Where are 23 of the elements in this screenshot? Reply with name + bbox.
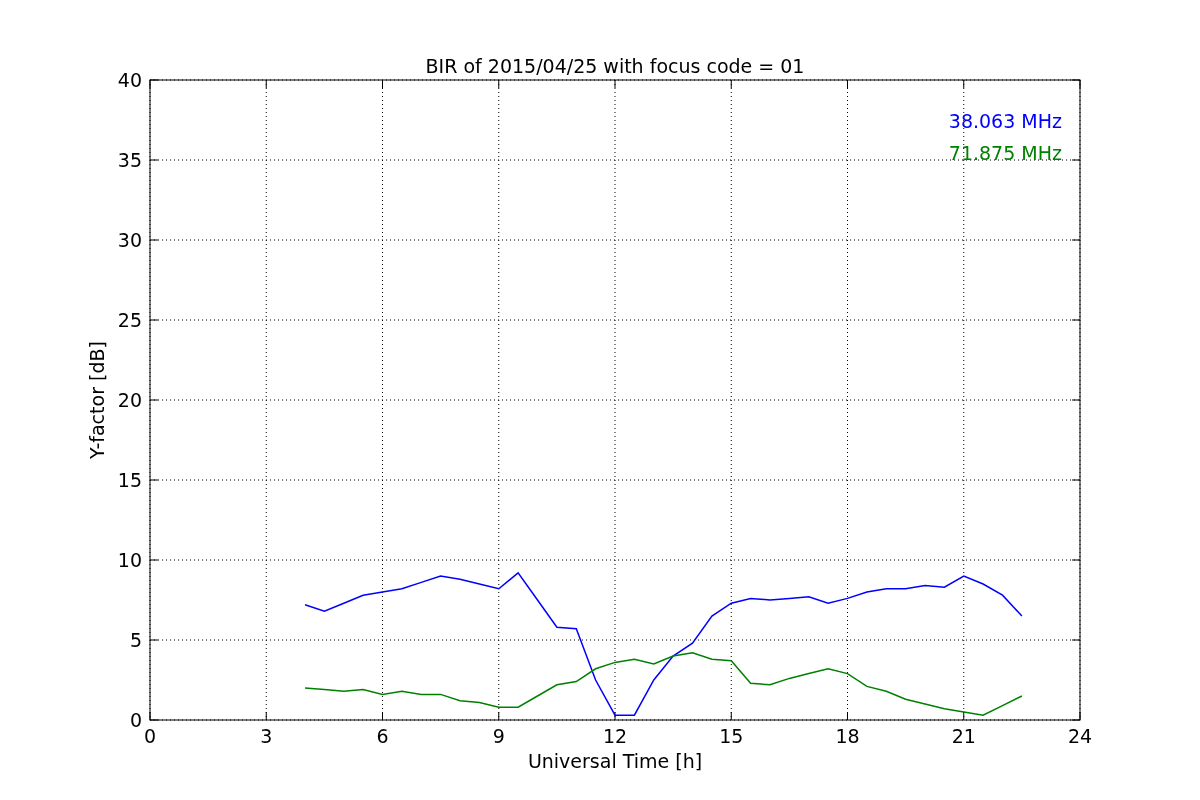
y-tick-label: 35	[117, 149, 142, 171]
x-tick-label: 9	[492, 725, 505, 747]
x-tick-label: 6	[376, 725, 389, 747]
y-axis-label: Y-factor [dB]	[86, 341, 108, 459]
x-tick-label: 12	[602, 725, 628, 747]
x-tick-label: 15	[719, 725, 744, 747]
x-tick-label: 21	[951, 725, 976, 747]
y-tick-label: 10	[117, 549, 142, 571]
x-axis-label: Universal Time [h]	[527, 750, 703, 772]
y-tick-label: 5	[129, 629, 142, 651]
y-tick-label: 40	[117, 69, 142, 91]
x-tick-label: 24	[1067, 725, 1093, 747]
x-tick-label: 3	[260, 725, 273, 747]
y-tick-label: 25	[117, 309, 142, 331]
y-tick-label: 20	[117, 389, 142, 411]
y-tick-label: 30	[117, 229, 142, 251]
legend-label: 71.875 MHz	[948, 142, 1062, 164]
legend-label: 38.063 MHz	[948, 110, 1062, 132]
chart-title: BIR of 2015/04/25 with focus code = 01	[425, 55, 805, 77]
y-tick-label: 0	[129, 709, 142, 731]
x-tick-label: 0	[143, 725, 157, 747]
y-tick-label: 15	[117, 469, 142, 491]
x-tick-label: 18	[835, 725, 860, 747]
